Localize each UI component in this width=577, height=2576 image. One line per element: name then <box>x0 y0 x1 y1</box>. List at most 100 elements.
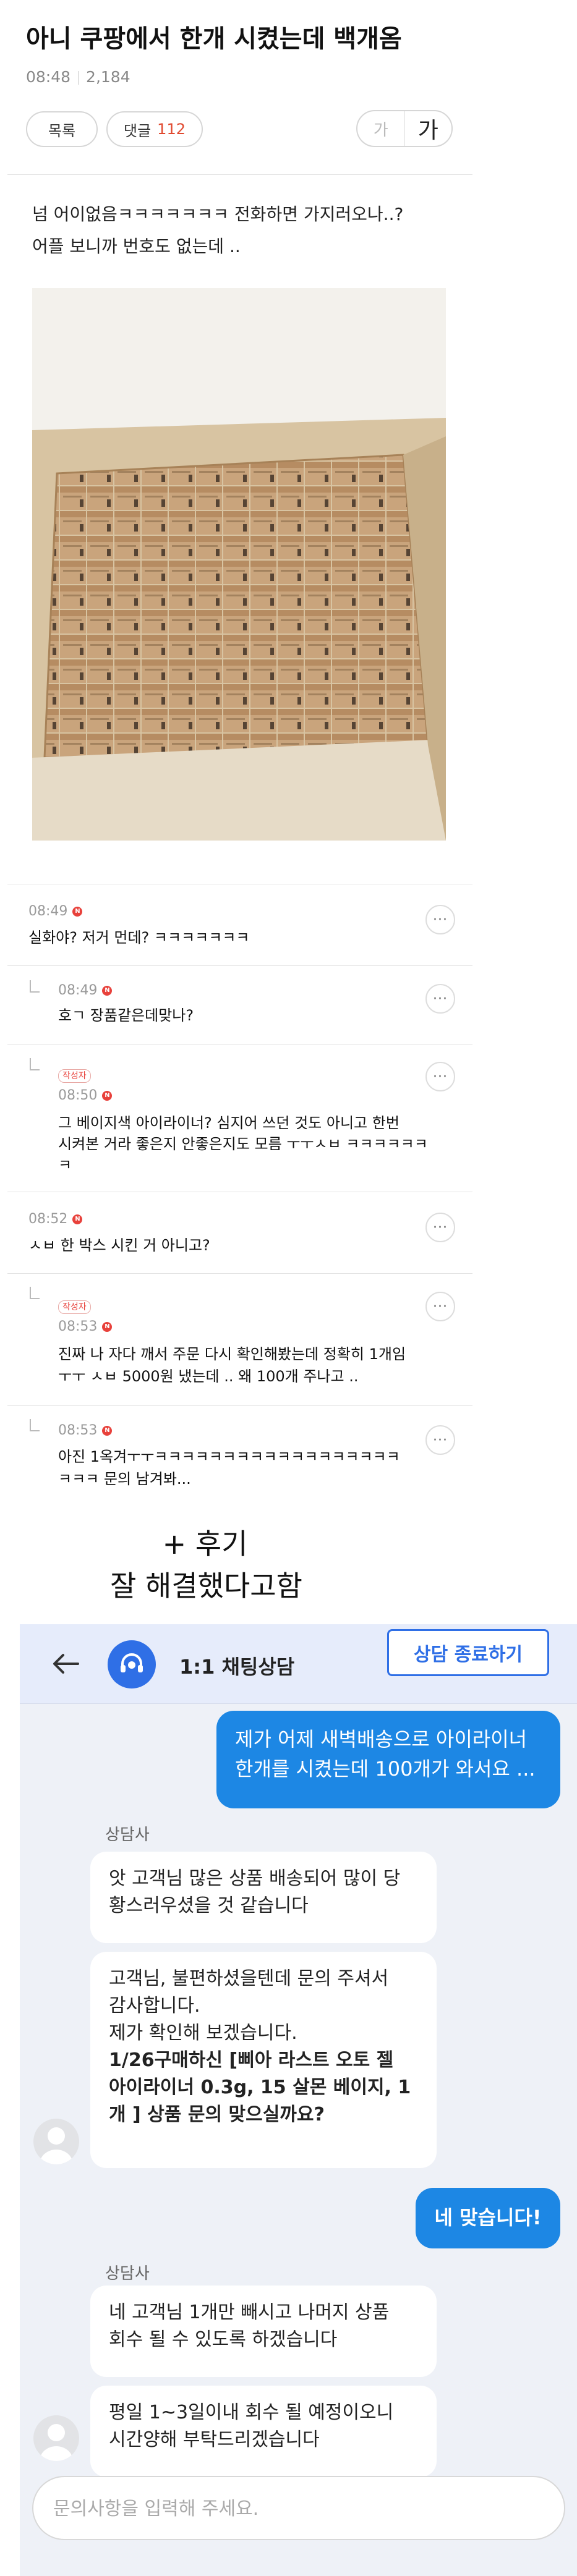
new-badge: N <box>102 1425 113 1436</box>
comment-time: 08:49 N <box>58 983 113 998</box>
comment-more-button[interactable]: ··· <box>425 1213 455 1242</box>
comment-time-text: 08:50 <box>58 1088 98 1103</box>
author-badge: 작성자 <box>58 1069 91 1083</box>
comment-text: 시켜본 거라 좋은지 안좋은지도 모름 ㅜㅜㅅㅂ ㅋㅋㅋㅋㅋㅋ <box>58 1135 428 1153</box>
message-line: 감사합니다. <box>109 1995 200 2017</box>
more-icon: ··· <box>433 1069 448 1085</box>
font-large-button[interactable]: 가 <box>405 111 452 146</box>
divider <box>7 1273 472 1274</box>
post-views: 2,184 <box>86 68 130 86</box>
agent-avatar <box>33 2119 79 2164</box>
message-line: 시간양해 부탁드리겠습니다 <box>109 2429 320 2451</box>
author-badge: 작성자 <box>58 1300 91 1314</box>
new-badge: N <box>102 985 113 996</box>
reply-arrow-icon <box>30 1287 40 1299</box>
message-line: 한개를 시켰는데 100개가 와서요 ... <box>235 1757 536 1781</box>
comment-text: 호ㄱ 장품같은데맞나? <box>58 1007 194 1024</box>
message-line: 개 ] 상품 문의 맞으실까요? <box>109 2104 325 2125</box>
font-size-toggle: 가 가 <box>356 110 453 147</box>
new-badge: N <box>72 906 83 917</box>
agent-message: 네 고객님 1개만 빼시고 나머지 상품 회수 될 수 있도록 하겠습니다 <box>90 2286 437 2377</box>
new-badge: N <box>72 1214 83 1224</box>
list-button[interactable]: 목록 <box>26 111 98 147</box>
message-line: 황스러우셨을 것 같습니다 <box>109 1895 309 1917</box>
chat-window: 1:1 채팅상담 상담 종료하기 제가 어제 새벽배송으로 아이라이너 한개를 … <box>20 1624 577 2576</box>
arrow-left-icon <box>53 1654 79 1674</box>
divider <box>7 174 472 175</box>
message-line: 1/26구매하신 [삐아 라스트 오토 젤 <box>109 2049 394 2071</box>
comment-text: 실화야? 저거 먼데? ㅋㅋㅋㅋㅋㅋㅋ <box>28 929 250 946</box>
message-line: 앗 고객님 많은 상품 배송되어 많이 당 <box>109 1868 401 1889</box>
font-small-button[interactable]: 가 <box>357 111 405 146</box>
agent-avatar <box>33 2415 79 2461</box>
new-badge: N <box>102 1321 113 1332</box>
post-title: 아니 쿠팡에서 한개 시켰는데 백개옴 <box>26 25 402 53</box>
agent-name: 상담사 <box>105 2265 150 2283</box>
my-message: 제가 어제 새벽배송으로 아이라이너 한개를 시켰는데 100개가 와서요 ..… <box>216 1711 560 1808</box>
post-photo <box>32 288 446 841</box>
comment-text: 진짜 나 자다 깨서 주문 다시 확인해봤는데 정확히 1개임 <box>58 1345 406 1363</box>
post-body-line: 넘 어이없음ㅋㅋㅋㅋㅋㅋㅋ 전화하면 가지러오나..? <box>32 204 404 224</box>
divider <box>7 1044 472 1045</box>
after-note-line: + 후기 <box>162 1527 248 1561</box>
comment-time: 08:52 N <box>28 1211 83 1227</box>
reply-arrow-icon <box>30 980 40 993</box>
comment-time-text: 08:49 <box>58 983 98 998</box>
comment-time: 08:53 N <box>58 1423 113 1438</box>
comments-button-label: 댓글 <box>124 122 152 140</box>
reply-arrow-icon <box>30 1058 40 1070</box>
agent-message: 평일 1~3일이내 회수 될 예정이오니 시간양해 부탁드리겠습니다 <box>90 2386 437 2477</box>
more-icon: ··· <box>433 1299 448 1315</box>
comment-time: 08:50 N <box>58 1088 113 1103</box>
user-silhouette-icon <box>40 2424 73 2461</box>
message-input[interactable] <box>52 2477 537 2540</box>
message-line: 평일 1~3일이내 회수 될 예정이오니 <box>109 2402 394 2423</box>
back-button[interactable] <box>52 1650 79 1682</box>
new-badge: N <box>102 1090 113 1101</box>
comment-more-button[interactable]: ··· <box>425 905 455 934</box>
divider <box>7 965 472 966</box>
comment-text: ㅅㅂ 한 박스 시킨 거 아니고? <box>28 1237 210 1254</box>
agent-name: 상담사 <box>105 1826 150 1844</box>
post-meta: 08:48 2,184 <box>26 68 130 86</box>
message-line: 회수 될 수 있도록 하겠습니다 <box>109 2329 338 2350</box>
chat-title: 1:1 채팅상담 <box>179 1655 295 1679</box>
message-line: 네 맞습니다! <box>434 2206 542 2229</box>
more-icon: ··· <box>433 1432 448 1448</box>
user-silhouette-icon <box>40 2127 73 2164</box>
my-message: 네 맞습니다! <box>416 2188 560 2248</box>
chat-header: 1:1 채팅상담 상담 종료하기 <box>20 1624 577 1704</box>
comment-time-text: 08:49 <box>28 904 68 919</box>
agent-message: 앗 고객님 많은 상품 배송되어 많이 당 황스러우셨을 것 같습니다 <box>90 1852 437 1943</box>
comment-more-button[interactable]: ··· <box>425 984 455 1014</box>
comment-text: ㅋ <box>58 1156 72 1174</box>
after-note-line: 잘 해결했다고함 <box>110 1569 302 1603</box>
message-line: 제가 어제 새벽배송으로 아이라이너 <box>235 1727 528 1751</box>
comments-button[interactable]: 댓글 112 <box>106 111 203 147</box>
message-line: 고객님, 불편하셨을텐데 문의 주셔서 <box>109 1968 389 1989</box>
comment-more-button[interactable]: ··· <box>425 1062 455 1091</box>
comments-count: 112 <box>157 121 186 138</box>
comment-time: 08:49 N <box>28 904 83 919</box>
list-button-label: 목록 <box>48 122 76 140</box>
reply-arrow-icon <box>30 1419 40 1431</box>
headset-icon <box>121 1653 143 1672</box>
comment-text: 그 베이지색 아이라이너? 심지어 쓰던 것도 아니고 한번 <box>58 1114 400 1132</box>
end-chat-label: 상담 종료하기 <box>413 1644 523 1666</box>
comment-time-text: 08:52 <box>28 1211 68 1227</box>
comment-time-text: 08:53 <box>58 1319 98 1334</box>
comment-text: ㅋㅋㅋ 문의 남겨봐... <box>58 1470 191 1488</box>
message-line: 아이라이너 0.3g, 15 살몬 베이지, 1 <box>109 2077 411 2098</box>
support-avatar <box>108 1640 156 1688</box>
message-line: 네 고객님 1개만 빼시고 나머지 상품 <box>109 2302 390 2323</box>
end-chat-button[interactable]: 상담 종료하기 <box>387 1629 549 1676</box>
more-icon: ··· <box>433 912 448 928</box>
more-icon: ··· <box>433 991 448 1007</box>
comment-time-text: 08:53 <box>58 1423 98 1438</box>
post-body-line: 어플 보니까 번호도 없는데 .. <box>32 236 241 256</box>
agent-message: 고객님, 불편하셨을텐데 문의 주셔서 감사합니다. 제가 확인해 보겠습니다.… <box>90 1952 437 2168</box>
message-line: 제가 확인해 보겠습니다. <box>109 2022 297 2044</box>
comment-more-button[interactable]: ··· <box>425 1425 455 1455</box>
post-time: 08:48 <box>26 68 71 86</box>
comment-more-button[interactable]: ··· <box>425 1292 455 1321</box>
